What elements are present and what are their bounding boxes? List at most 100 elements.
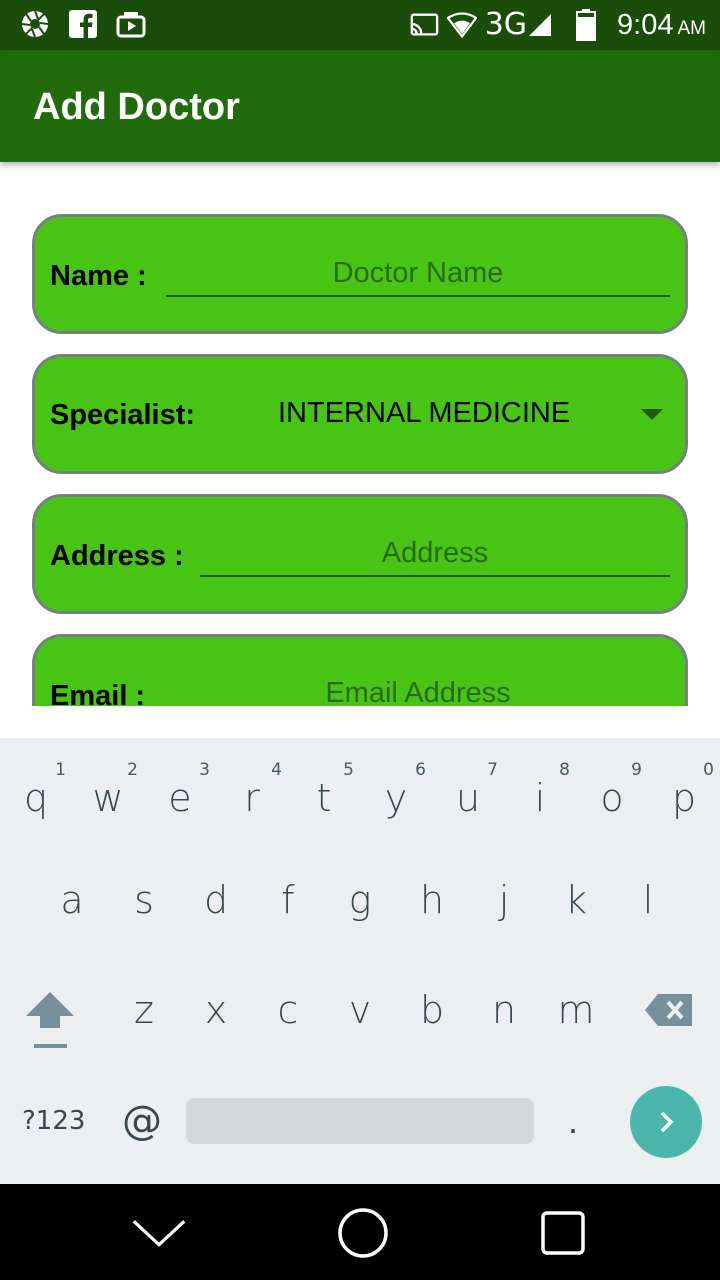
keyboard-row-1: 1q2w3e4r5t6y7u8i9o0p	[0, 748, 720, 828]
key-char: t	[316, 776, 332, 820]
name-card: Name :	[32, 214, 688, 334]
key-l[interactable]: l	[612, 878, 684, 922]
aperture-icon	[20, 9, 50, 39]
address-input[interactable]	[200, 531, 670, 577]
address-card: Address :	[32, 494, 688, 614]
key-char: a	[60, 878, 84, 922]
key-hint: 7	[487, 760, 498, 780]
email-input[interactable]	[166, 671, 670, 706]
back-button[interactable]	[132, 1206, 186, 1260]
battery-icon	[571, 9, 601, 41]
key-char: o	[600, 776, 624, 820]
home-button[interactable]	[336, 1206, 390, 1260]
key-hint: 6	[415, 760, 426, 780]
key-char: l	[642, 878, 654, 922]
key-h[interactable]: h	[396, 878, 468, 922]
soft-keyboard: 1q2w3e4r5t6y7u8i9o0p asdfghjkl zxcvbnm ?…	[0, 738, 720, 1184]
key-char: g	[348, 878, 372, 922]
key-char: r	[244, 776, 260, 820]
specialist-dropdown-value[interactable]: INTERNAL MEDICINE	[278, 397, 570, 430]
key-i[interactable]: 8i	[504, 748, 576, 828]
period-key[interactable]: .	[568, 1100, 578, 1142]
key-hint: 4	[271, 760, 282, 780]
key-hint: 5	[343, 760, 354, 780]
key-n[interactable]: n	[468, 988, 540, 1032]
keyboard-row-2: asdfghjkl	[0, 878, 720, 938]
at-key[interactable]: @	[122, 1098, 162, 1144]
key-c[interactable]: c	[252, 988, 324, 1032]
key-char: q	[23, 776, 49, 820]
specialist-card[interactable]: Specialist: INTERNAL MEDICINE	[32, 354, 688, 474]
key-char: u	[455, 776, 481, 820]
key-char: j	[498, 878, 510, 922]
clock-time: 9:04	[617, 9, 674, 41]
doctor-name-input[interactable]	[166, 251, 670, 297]
key-char: z	[134, 988, 154, 1032]
key-x[interactable]: x	[180, 988, 252, 1032]
key-char: h	[419, 878, 445, 922]
circle-home-icon	[338, 1208, 388, 1258]
key-u[interactable]: 7u	[432, 748, 504, 828]
keyboard-row-3: z x c v b nm	[0, 988, 720, 1048]
key-char: m	[557, 988, 595, 1032]
key-hint: 9	[631, 760, 642, 780]
key-char: e	[168, 776, 192, 820]
key-d[interactable]: d	[180, 878, 252, 922]
key-hint: 1	[55, 760, 66, 780]
key-hint: 8	[559, 760, 570, 780]
clock-ampm: AM	[677, 18, 707, 39]
key-char: v	[348, 988, 372, 1032]
key-char: i	[534, 776, 546, 820]
network-type: 3G	[484, 7, 528, 42]
key-t[interactable]: 5t	[288, 748, 360, 828]
page-title: Add Doctor	[33, 86, 240, 128]
dropdown-arrow-icon[interactable]	[641, 409, 663, 420]
key-p[interactable]: 0p	[648, 748, 720, 828]
cast-icon	[409, 10, 439, 40]
key-char: y	[384, 776, 408, 820]
backspace-key[interactable]	[644, 992, 694, 1028]
key-a[interactable]: a	[36, 878, 108, 922]
key-s[interactable]: s	[108, 878, 180, 922]
key-z[interactable]: z	[108, 988, 180, 1032]
key-w[interactable]: 2w	[72, 748, 144, 828]
key-hint: 0	[703, 760, 714, 780]
key-char: s	[134, 878, 154, 922]
key-char: f	[281, 878, 295, 922]
next-key[interactable]	[630, 1086, 702, 1158]
key-hint: 3	[199, 760, 210, 780]
key-m[interactable]: m	[540, 988, 612, 1032]
key-k[interactable]: k	[540, 878, 612, 922]
key-char: d	[203, 878, 229, 922]
status-bar: 3G 9:04 AM	[0, 0, 720, 50]
key-char: p	[671, 776, 697, 820]
key-char: x	[204, 988, 228, 1032]
facebook-icon	[68, 9, 98, 39]
key-f[interactable]: f	[252, 878, 324, 922]
screen: 3G 9:04 AM Add Doctor Name: Doctor Name…	[0, 0, 720, 1280]
key-char: k	[564, 878, 587, 922]
key-char: c	[277, 988, 299, 1032]
name-label: Name :	[50, 260, 147, 292]
key-char: b	[419, 988, 445, 1032]
symbols-key[interactable]: ?123	[22, 1106, 85, 1136]
key-e[interactable]: 3e	[144, 748, 216, 828]
square-recents-icon	[541, 1211, 585, 1255]
space-key[interactable]	[186, 1098, 534, 1144]
key-y[interactable]: 6y	[360, 748, 432, 828]
key-hint: 2	[127, 760, 138, 780]
form-scroll-area[interactable]: Name : Specialist: INTERNAL MEDICINE Add…	[0, 162, 720, 706]
key-r[interactable]: 4r	[216, 748, 288, 828]
address-label: Address :	[50, 540, 184, 572]
key-o[interactable]: 9o	[576, 748, 648, 828]
app-bar: Add Doctor	[0, 50, 720, 162]
navigation-bar	[0, 1184, 720, 1280]
key-b[interactable]: b	[396, 988, 468, 1032]
recents-button[interactable]	[536, 1206, 590, 1260]
key-q[interactable]: 1q	[0, 748, 72, 828]
key-v[interactable]: v	[324, 988, 396, 1032]
media-icon	[116, 9, 146, 39]
key-g[interactable]: g	[324, 878, 396, 922]
key-j[interactable]: j	[468, 878, 540, 922]
key-char: n	[491, 988, 517, 1032]
